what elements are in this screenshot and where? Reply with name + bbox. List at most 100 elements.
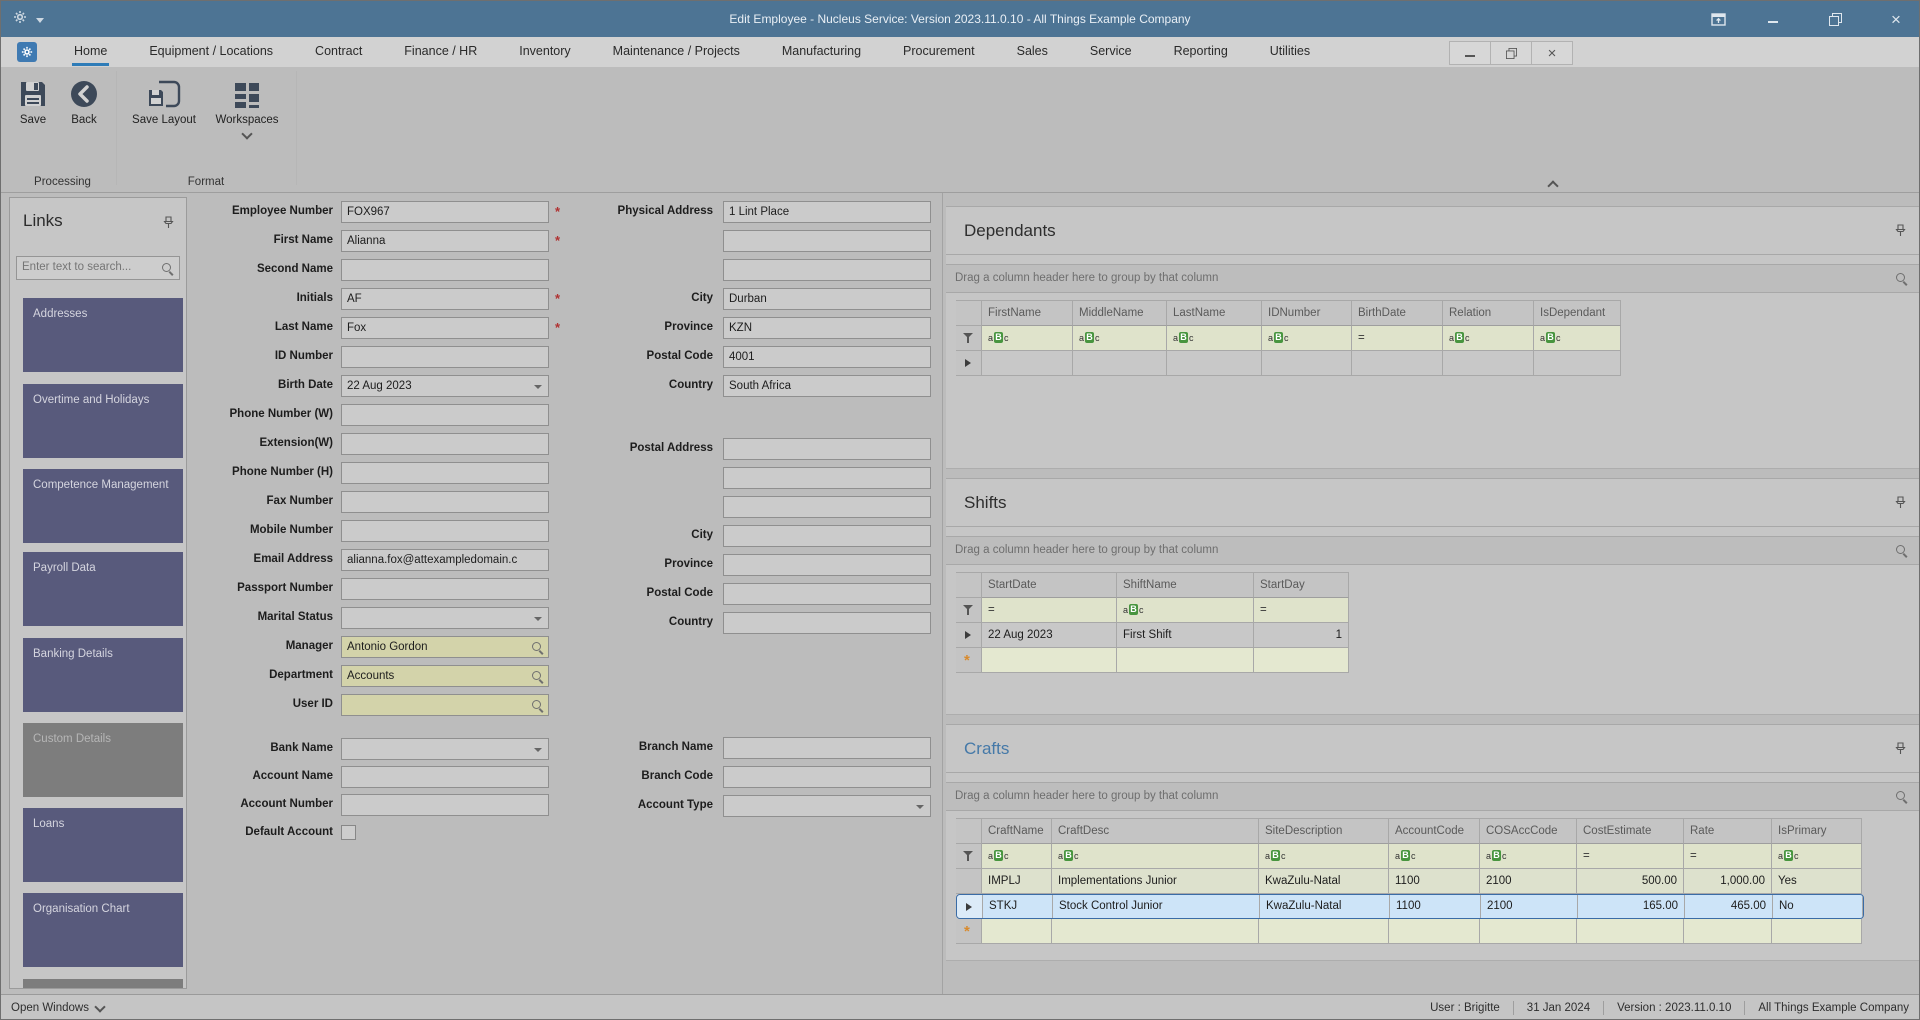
- group-by-bar[interactable]: Drag a column header here to group by th…: [946, 536, 1919, 565]
- new-cell-sitedescription[interactable]: [1259, 919, 1389, 944]
- filter-cell-isprimary[interactable]: aBc: [1772, 844, 1862, 869]
- fax-number-field[interactable]: [341, 491, 549, 513]
- new-cell-costestimate[interactable]: [1577, 919, 1684, 944]
- column-header-startdate[interactable]: StartDate: [982, 572, 1117, 598]
- filter-cell-birthdate[interactable]: =: [1352, 326, 1443, 351]
- column-header-rate[interactable]: Rate: [1684, 818, 1772, 844]
- default-account-checkbox[interactable]: [341, 825, 356, 840]
- filter-cell-shiftname[interactable]: aBc: [1117, 598, 1254, 623]
- pin-icon[interactable]: [1895, 224, 1906, 242]
- physical-address-field[interactable]: 1 Lint Place: [723, 201, 931, 223]
- column-header-birthdate[interactable]: BirthDate: [1352, 300, 1443, 326]
- phone-number-w-field[interactable]: [341, 404, 549, 426]
- filter-cell-lastname[interactable]: aBc: [1167, 326, 1262, 351]
- filter-cell-craftname[interactable]: aBc: [982, 844, 1052, 869]
- column-header-sitedescription[interactable]: SiteDescription: [1259, 818, 1389, 844]
- marital-status-field[interactable]: [341, 607, 549, 629]
- column-header-firstname[interactable]: FirstName: [982, 300, 1073, 326]
- address-line-field[interactable]: [723, 230, 931, 252]
- second-name-field[interactable]: [341, 259, 549, 281]
- lookup-search-icon[interactable]: [531, 641, 544, 654]
- filter-cell-startdate[interactable]: =: [982, 598, 1117, 623]
- last-name-field[interactable]: Fox: [341, 317, 549, 339]
- open-windows-button[interactable]: Open Windows: [11, 995, 106, 1019]
- new-cell-accountcode[interactable]: [1389, 919, 1480, 944]
- branch-code-field[interactable]: [723, 766, 931, 788]
- initials-field[interactable]: AF: [341, 288, 549, 310]
- column-header-craftdesc[interactable]: CraftDesc: [1052, 818, 1259, 844]
- passport-number-field[interactable]: [341, 578, 549, 600]
- column-header-startday[interactable]: StartDay: [1254, 572, 1349, 598]
- column-header-isdependant[interactable]: IsDependant: [1534, 300, 1621, 326]
- new-cell-craftname[interactable]: [982, 919, 1052, 944]
- group-by-bar[interactable]: Drag a column header here to group by th…: [946, 782, 1919, 811]
- country-field[interactable]: South Africa: [723, 375, 931, 397]
- new-cell-shiftname[interactable]: [1117, 648, 1254, 673]
- column-header-costestimate[interactable]: CostEstimate: [1577, 818, 1684, 844]
- postal-code-field[interactable]: [723, 583, 931, 605]
- filter-cell-startday[interactable]: =: [1254, 598, 1349, 623]
- filter-cell-accountcode[interactable]: aBc: [1389, 844, 1480, 869]
- province-field[interactable]: [723, 554, 931, 576]
- province-field[interactable]: KZN: [723, 317, 931, 339]
- account-name-field[interactable]: [341, 766, 549, 788]
- column-header-middlename[interactable]: MiddleName: [1073, 300, 1167, 326]
- column-header-idnumber[interactable]: IDNumber: [1262, 300, 1352, 326]
- new-cell-startday[interactable]: [1254, 648, 1349, 673]
- account-number-field[interactable]: [341, 794, 549, 816]
- dropdown-arrow-icon[interactable]: [916, 805, 924, 809]
- address-line-field[interactable]: [723, 259, 931, 281]
- new-cell-startdate[interactable]: [982, 648, 1117, 673]
- filter-cell-middlename[interactable]: aBc: [1073, 326, 1167, 351]
- dropdown-arrow-icon[interactable]: [534, 748, 542, 752]
- department-field[interactable]: Accounts: [341, 665, 549, 687]
- bank-name-field[interactable]: [341, 738, 549, 760]
- mobile-number-field[interactable]: [341, 520, 549, 542]
- account-type-field[interactable]: [723, 795, 931, 817]
- column-header-cosacccode[interactable]: COSAccCode: [1480, 818, 1577, 844]
- grid-row-22-aug-2023[interactable]: 22 Aug 2023 First Shift 1: [956, 623, 1349, 648]
- search-icon[interactable]: [1895, 790, 1908, 803]
- lookup-search-icon[interactable]: [531, 699, 544, 712]
- grid-new-row[interactable]: *: [956, 919, 1864, 944]
- address-line-field[interactable]: [723, 496, 931, 518]
- manager-field[interactable]: Antonio Gordon: [341, 636, 549, 658]
- postal-address-field[interactable]: [723, 438, 931, 460]
- filter-cell-firstname[interactable]: aBc: [982, 326, 1073, 351]
- country-field[interactable]: [723, 612, 931, 634]
- grid-empty-row[interactable]: [956, 351, 1621, 376]
- first-name-field[interactable]: Alianna: [341, 230, 549, 252]
- address-line-field[interactable]: [723, 467, 931, 489]
- filter-cell-relation[interactable]: aBc: [1443, 326, 1534, 351]
- grid-new-row[interactable]: *: [956, 648, 1349, 673]
- grid-row-implj[interactable]: IMPLJ Implementations Junior KwaZulu-Natal…: [956, 869, 1864, 894]
- user-id-field[interactable]: [341, 694, 549, 716]
- new-cell-craftdesc[interactable]: [1052, 919, 1259, 944]
- column-header-shiftname[interactable]: ShiftName: [1117, 572, 1254, 598]
- new-cell-rate[interactable]: [1684, 919, 1772, 944]
- filter-cell-craftdesc[interactable]: aBc: [1052, 844, 1259, 869]
- postal-code-field[interactable]: 4001: [723, 346, 931, 368]
- filter-cell-rate[interactable]: =: [1684, 844, 1772, 869]
- dropdown-arrow-icon[interactable]: [534, 385, 542, 389]
- search-icon[interactable]: [1895, 272, 1908, 285]
- column-header-lastname[interactable]: LastName: [1167, 300, 1262, 326]
- group-by-bar[interactable]: Drag a column header here to group by th…: [946, 264, 1919, 293]
- birth-date-field[interactable]: 22 Aug 2023: [341, 375, 549, 397]
- email-address-field[interactable]: alianna.fox@attexampledomain.c: [341, 549, 549, 571]
- grid-row-stkj[interactable]: STKJ Stock Control Junior KwaZulu-Natal 110…: [956, 894, 1864, 919]
- filter-cell-isdependant[interactable]: aBc: [1534, 326, 1621, 351]
- filter-cell-cosacccode[interactable]: aBc: [1480, 844, 1577, 869]
- city-field[interactable]: Durban: [723, 288, 931, 310]
- column-header-relation[interactable]: Relation: [1443, 300, 1534, 326]
- employee-number-field[interactable]: FOX967: [341, 201, 549, 223]
- city-field[interactable]: [723, 525, 931, 547]
- pin-icon[interactable]: [1895, 742, 1906, 760]
- filter-cell-sitedescription[interactable]: aBc: [1259, 844, 1389, 869]
- filter-cell-idnumber[interactable]: aBc: [1262, 326, 1352, 351]
- column-header-craftname[interactable]: CraftName: [982, 818, 1052, 844]
- search-icon[interactable]: [1895, 544, 1908, 557]
- column-header-isprimary[interactable]: IsPrimary: [1772, 818, 1862, 844]
- pin-icon[interactable]: [1895, 496, 1906, 514]
- phone-number-h-field[interactable]: [341, 462, 549, 484]
